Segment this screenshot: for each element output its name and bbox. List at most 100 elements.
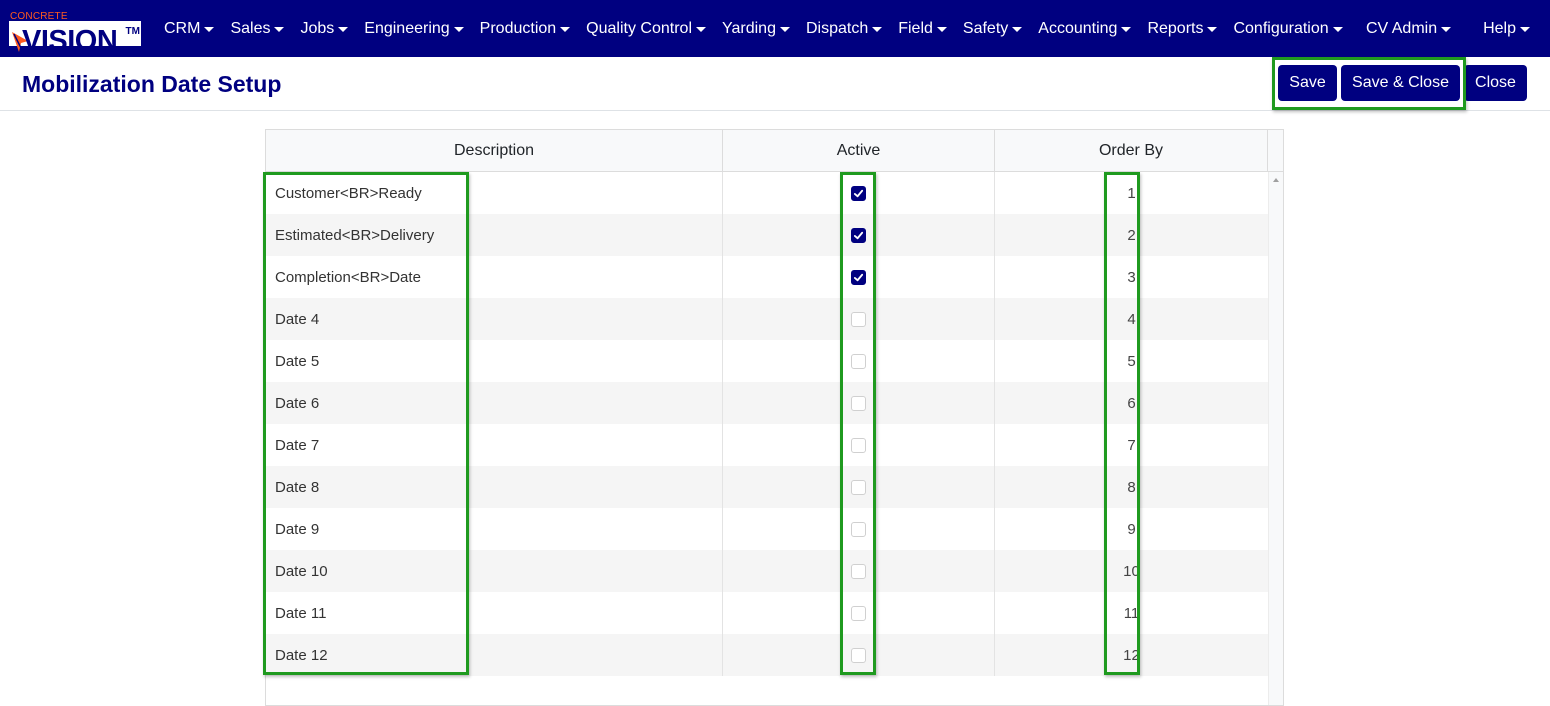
column-header-order-by[interactable]: Order By [995,130,1268,172]
checkmark-icon [853,273,864,281]
active-cell [723,592,995,634]
active-checkbox[interactable] [851,395,866,411]
table-row[interactable]: Date 7 7 [266,424,1268,466]
active-cell [723,256,995,298]
table-row[interactable]: Date 6 6 [266,382,1268,424]
nav-menu-jobs[interactable]: Jobs [300,19,349,38]
caret-down-icon [872,26,883,32]
description-cell[interactable]: Date 11 [266,592,723,634]
description-cell[interactable]: Date 7 [266,424,723,466]
description-cell[interactable]: Date 8 [266,466,723,508]
checkmark-icon [853,231,864,239]
user-menu: CV Admin Help [1334,0,1530,57]
order-by-cell[interactable]: 6 [995,382,1268,424]
table-row[interactable]: Date 4 4 [266,298,1268,340]
nav-item-label: Help [1483,19,1516,37]
logo-vision-text: VISION [22,25,118,57]
description-cell[interactable]: Date 9 [266,508,723,550]
close-button[interactable]: Close [1464,65,1527,101]
grid-scrollbar[interactable] [1268,172,1283,705]
mobilization-date-grid: Description Active Order By Customer<BR>… [265,129,1284,706]
active-cell [723,340,995,382]
table-row[interactable]: Completion<BR>Date 3 [266,256,1268,298]
order-by-cell[interactable]: 1 [995,172,1268,214]
nav-menu-field[interactable]: Field [898,20,947,38]
nav-menu-help[interactable]: Help [1483,20,1530,38]
active-checkbox[interactable] [851,563,866,579]
order-by-cell[interactable]: 7 [995,424,1268,466]
order-by-cell[interactable]: 10 [995,550,1268,592]
order-by-cell[interactable]: 2 [995,214,1268,256]
nav-item-label: Reports [1147,19,1204,37]
nav-item-label: Safety [962,19,1009,37]
nav-menu-reports[interactable]: Reports [1147,19,1218,38]
order-by-cell[interactable]: 8 [995,466,1268,508]
nav-menu-engineering[interactable]: Engineering [364,20,464,38]
order-by-cell[interactable]: 5 [995,340,1268,382]
active-checkbox[interactable] [851,479,866,495]
table-row[interactable]: Date 11 11 [266,592,1268,634]
nav-menu-accounting[interactable]: Accounting [1038,20,1132,38]
caret-down-icon [274,26,285,32]
nav-item-label: Yarding [722,19,776,37]
order-by-cell[interactable]: 3 [995,256,1268,298]
nav-menu-cv-admin[interactable]: CV Admin [1366,20,1452,38]
description-cell[interactable]: Date 10 [266,550,723,592]
active-checkbox[interactable] [851,185,866,201]
top-navbar: CONCRETE VISION TM CRM Sales Jobs Engineeri… [0,0,1550,57]
active-checkbox[interactable] [851,353,866,369]
table-row[interactable]: Date 8 8 [266,466,1268,508]
header-scroll-spacer [1268,130,1283,172]
nav-menu-safety[interactable]: Safety [962,19,1023,38]
active-checkbox[interactable] [851,605,866,621]
nav-menu-configuration[interactable]: Configuration [1233,20,1343,38]
order-by-cell[interactable]: 9 [995,508,1268,550]
caret-down-icon [1012,26,1023,32]
concrete-vision-logo[interactable]: CONCRETE VISION TM [9,12,141,56]
nav-item-label: Production [479,19,557,37]
column-header-active[interactable]: Active [723,130,995,172]
description-cell[interactable]: Date 12 [266,634,723,676]
scroll-up-icon[interactable] [1273,178,1279,182]
nav-item-label: Jobs [300,19,335,37]
caret-down-icon [1520,26,1530,32]
description-cell[interactable]: Date 5 [266,340,723,382]
nav-menu-dispatch[interactable]: Dispatch [806,20,883,38]
active-checkbox[interactable] [851,647,866,663]
caret-down-icon [1441,26,1452,32]
description-cell[interactable]: Estimated<BR>Delivery [266,214,723,256]
description-cell[interactable]: Completion<BR>Date [266,256,723,298]
table-row[interactable]: Date 9 9 [266,508,1268,550]
active-checkbox[interactable] [851,269,866,285]
page-title: Mobilization Date Setup [22,71,282,97]
caret-down-icon [560,26,571,32]
active-checkbox[interactable] [851,521,866,537]
column-header-description[interactable]: Description [266,130,723,172]
nav-menu-quality-control[interactable]: Quality Control [586,20,706,38]
description-cell[interactable]: Date 6 [266,382,723,424]
active-checkbox[interactable] [851,437,866,453]
order-by-cell[interactable]: 4 [995,298,1268,340]
save-and-close-button[interactable]: Save & Close [1341,65,1460,101]
description-cell[interactable]: Date 4 [266,298,723,340]
table-row[interactable]: Date 12 12 [266,634,1268,676]
active-checkbox[interactable] [851,227,866,243]
nav-menu-crm[interactable]: CRM [164,20,215,38]
table-row[interactable]: Customer<BR>Ready 1 [266,172,1268,214]
nav-item-label: Field [898,19,933,37]
order-by-cell[interactable]: 12 [995,634,1268,676]
grid-body: Customer<BR>Ready 1 Estimated<BR>Delivery 2… [266,172,1268,676]
table-row[interactable]: Date 10 10 [266,550,1268,592]
active-cell [723,298,995,340]
nav-menu-sales[interactable]: Sales [230,20,285,38]
active-checkbox[interactable] [851,311,866,327]
nav-item-label: Quality Control [586,19,692,37]
description-cell[interactable]: Customer<BR>Ready [266,172,723,214]
nav-menu-production[interactable]: Production [480,20,571,38]
table-row[interactable]: Estimated<BR>Delivery 2 [266,214,1268,256]
save-button[interactable]: Save [1278,65,1337,101]
table-row[interactable]: Date 5 5 [266,340,1268,382]
order-by-cell[interactable]: 11 [995,592,1268,634]
nav-menu-yarding[interactable]: Yarding [722,20,790,38]
caret-down-icon [779,26,790,32]
